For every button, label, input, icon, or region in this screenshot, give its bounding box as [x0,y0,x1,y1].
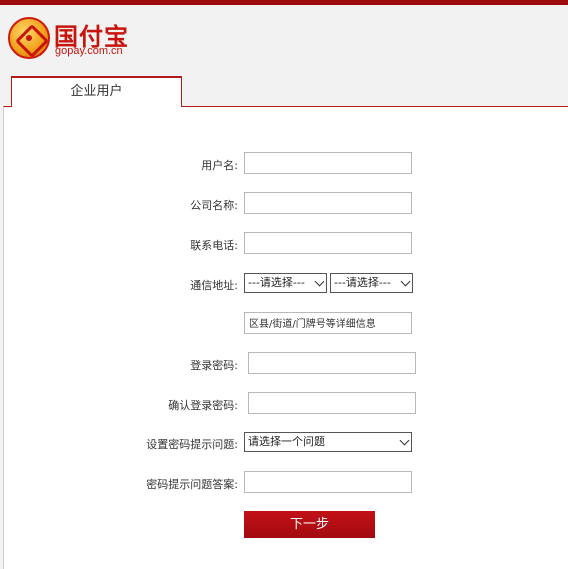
phone-label: 联系电话: [190,239,238,252]
security-question-value: 请选择一个问题 [248,435,325,448]
tab-enterprise-user[interactable]: 企业用户 [11,76,182,107]
city-select-value: ---请选择--- [334,276,391,289]
registration-panel [3,106,568,569]
province-select[interactable]: ---请选择--- [244,273,327,293]
gopay-logo[interactable]: 国付宝 gopay.com.cn [8,17,128,61]
logo-domain: gopay.com.cn [55,45,123,57]
company-name-label: 公司名称: [190,199,238,212]
company-name-input[interactable] [244,192,412,214]
security-question-label: 设置密码提示问题: [146,438,238,451]
username-label: 用户名: [201,159,238,172]
password-input[interactable] [248,352,416,374]
password-label: 登录密码: [190,359,238,372]
province-select-value: ---请选择--- [248,276,305,289]
confirm-password-input[interactable] [248,392,416,414]
next-step-button[interactable]: 下一步 [244,511,375,538]
security-answer-input[interactable] [244,471,412,493]
chevron-down-icon [399,435,410,446]
chevron-down-icon [400,276,411,287]
phone-input[interactable] [244,232,412,254]
address-placeholder: 区县/街道/门牌号等详细信息 [249,319,376,330]
chevron-down-icon [314,276,325,287]
city-select[interactable]: ---请选择--- [330,273,413,293]
security-answer-label: 密码提示问题答案: [146,478,238,491]
address-label: 通信地址: [190,279,238,292]
security-question-select[interactable]: 请选择一个问题 [244,432,412,452]
address-detail-input[interactable]: 区县/街道/门牌号等详细信息 [244,312,412,334]
coin-logo-icon [8,17,50,59]
top-accent-bar [0,0,568,5]
confirm-password-label: 确认登录密码: [168,399,238,412]
username-input[interactable] [244,152,412,174]
